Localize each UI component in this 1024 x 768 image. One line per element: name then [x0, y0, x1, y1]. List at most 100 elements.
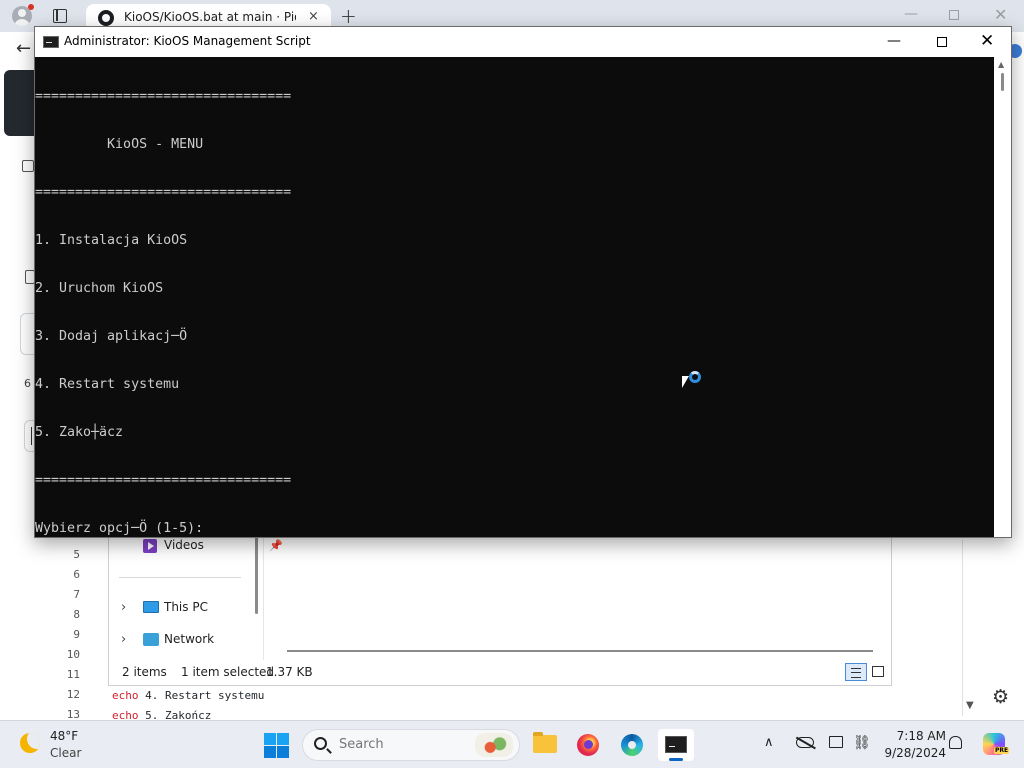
firefox-icon [577, 734, 599, 756]
github-left-button[interactable] [24, 420, 34, 452]
show-hidden-icons-icon[interactable]: ∧ [764, 735, 774, 750]
notification-dot-icon [28, 4, 34, 10]
code-line-numbers: 5 6 7 8 9 10 11 12 13 [56, 548, 80, 728]
github-side-panel [4, 70, 34, 136]
network-status-icon[interactable]: ⛓ [853, 735, 871, 751]
explorer-status-bar: 2 items 1 item selected 1.37 KB [109, 660, 891, 684]
console-line: 4. Restart systemu [35, 377, 180, 392]
line-number: 9 [73, 628, 80, 641]
github-left-box[interactable] [20, 313, 34, 355]
scroll-down-icon[interactable]: ▼ [966, 700, 974, 711]
settings-gear-icon[interactable]: ⚙ [992, 686, 1009, 708]
search-icon [314, 737, 327, 750]
taskbar-edge[interactable] [614, 729, 650, 761]
tiles-view-icon[interactable] [872, 666, 884, 677]
copilot-pre-badge: PRE [994, 747, 1010, 754]
chevron-right-icon[interactable]: › [121, 600, 126, 615]
search-highlight-icon[interactable] [475, 733, 513, 757]
console-output[interactable]: ================================ KioOS -… [35, 57, 994, 537]
taskbar: 48°F Clear ∧ ⛓ 7:18 AM 9/28/2024 PRE [0, 720, 1024, 768]
code-text: 5. Zakończ [138, 709, 212, 719]
taskbar-command-prompt[interactable] [658, 729, 694, 761]
nav-pane-divider[interactable] [263, 536, 264, 660]
file-tree-icon[interactable] [22, 160, 34, 172]
back-arrow-icon[interactable]: ← [16, 38, 31, 59]
busy-cursor-icon [682, 370, 708, 396]
browser-tab-title: KioOS/KioOS.bat at main · Piotrek [124, 10, 296, 24]
line-number: 10 [66, 648, 80, 661]
nav-item-label: This PC [164, 600, 208, 614]
chevron-right-icon[interactable]: › [121, 632, 126, 647]
weather-temperature[interactable]: 48°F [50, 729, 78, 743]
code-scrollbar[interactable] [962, 540, 978, 716]
onedrive-cloud-icon[interactable] [796, 737, 814, 748]
cmd-title-bar[interactable]: Administrator: KioOS Management Script —… [35, 27, 1011, 57]
status-size: 1.37 KB [266, 665, 313, 679]
line-number: 11 [66, 668, 80, 681]
console-line: ================================ [35, 185, 292, 200]
new-tab-icon[interactable]: + [340, 4, 357, 28]
pin-icon: 📌 [269, 539, 283, 552]
network-icon [143, 633, 159, 646]
console-prompt: Wybierz opcj─Ö (1-5): [35, 521, 204, 536]
weather-condition[interactable]: Clear [50, 746, 81, 760]
loading-ring-icon [689, 371, 701, 383]
console-line: 2. Uruchom KioOS [35, 281, 164, 296]
line-number: 7 [73, 588, 80, 601]
clock-time[interactable]: 7:18 AM [880, 729, 946, 743]
terminal-icon [665, 736, 687, 753]
file-explorer-window: Videos 📌 › This PC › Network 2 items 1 i… [108, 536, 892, 686]
line-number: 6 [73, 568, 80, 581]
browser-restore-icon[interactable] [949, 10, 959, 20]
scrollbar-thumb[interactable] [1001, 73, 1004, 91]
search-input[interactable] [339, 737, 439, 752]
console-line: 3. Dodaj aplikacj─Ö [35, 329, 188, 344]
line-number: 8 [73, 608, 80, 621]
console-line: KioOS - MENU [35, 137, 204, 152]
console-line: ================================ [35, 473, 292, 488]
maximize-icon[interactable] [937, 37, 947, 47]
content-horizontal-scrollbar[interactable] [287, 650, 873, 652]
status-item-count: 2 items [122, 665, 167, 679]
cmd-scrollbar[interactable]: ▲ [994, 57, 1011, 537]
code-keyword: echo [112, 709, 139, 719]
browser-close-icon[interactable]: ✕ [994, 5, 1007, 24]
nav-separator [119, 577, 241, 578]
nav-pane-scrollbar[interactable] [255, 536, 258, 614]
nav-item-label: Network [164, 632, 215, 646]
computer-icon [143, 601, 159, 613]
scroll-up-icon[interactable]: ▲ [998, 60, 1004, 69]
cmd-app-icon [43, 36, 59, 48]
cmd-window-title: Administrator: KioOS Management Script [64, 34, 311, 48]
weather-moon-icon[interactable] [20, 733, 40, 753]
code-line-12: echo 4. Restart systemu [112, 689, 264, 702]
taskbar-file-explorer[interactable] [526, 729, 562, 761]
nav-item-label: Videos [164, 538, 204, 552]
clock-date[interactable]: 9/28/2024 [880, 746, 946, 760]
windows-start-icon[interactable] [264, 733, 289, 758]
code-keyword: echo [112, 689, 139, 702]
line-number: 12 [66, 688, 80, 701]
notification-bell-icon[interactable] [949, 736, 962, 749]
taskbar-firefox[interactable] [570, 729, 606, 761]
taskbar-search[interactable] [302, 729, 520, 761]
code-text: 4. Restart systemu [138, 689, 265, 702]
details-view-icon[interactable] [845, 663, 867, 681]
active-app-indicator [669, 758, 683, 761]
console-line: 5. Zako┼äcz [35, 425, 124, 440]
status-selection: 1 item selected [181, 665, 275, 679]
close-icon[interactable]: ✕ [980, 31, 994, 51]
console-line: ================================ [35, 89, 292, 104]
minimize-icon[interactable]: — [887, 33, 901, 49]
github-icon [98, 10, 114, 26]
arrow-pointer-icon [682, 376, 689, 388]
display-icon[interactable] [829, 736, 843, 748]
github-left-text: 6 [24, 377, 31, 390]
code-line-13: echo 5. Zakończ [112, 709, 211, 719]
folder-icon [533, 732, 557, 753]
tab-close-icon[interactable]: × [308, 9, 319, 24]
browser-minimize-icon[interactable]: — [904, 6, 918, 22]
edge-icon [621, 734, 643, 756]
tab-actions-icon[interactable] [53, 9, 67, 23]
cmd-window[interactable]: Administrator: KioOS Management Script —… [34, 26, 1012, 538]
